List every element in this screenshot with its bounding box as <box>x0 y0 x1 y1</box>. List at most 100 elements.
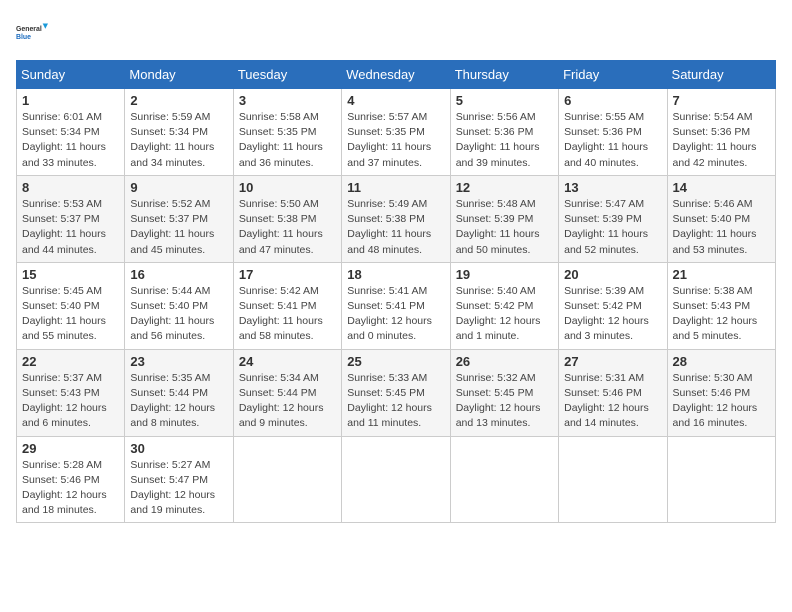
day-number: 14 <box>673 180 770 195</box>
calendar-table: SundayMondayTuesdayWednesdayThursdayFrid… <box>16 60 776 523</box>
calendar-day-cell <box>559 436 667 523</box>
calendar-day-cell: 2 Sunrise: 5:59 AMSunset: 5:34 PMDayligh… <box>125 89 233 176</box>
day-info: Sunrise: 5:54 AMSunset: 5:36 PMDaylight:… <box>673 110 770 171</box>
day-number: 30 <box>130 441 227 456</box>
calendar-header-row: SundayMondayTuesdayWednesdayThursdayFrid… <box>17 61 776 89</box>
calendar-day-cell: 9 Sunrise: 5:52 AMSunset: 5:37 PMDayligh… <box>125 175 233 262</box>
day-number: 26 <box>456 354 553 369</box>
day-number: 2 <box>130 93 227 108</box>
calendar-day-cell: 26 Sunrise: 5:32 AMSunset: 5:45 PMDaylig… <box>450 349 558 436</box>
calendar-day-cell: 7 Sunrise: 5:54 AMSunset: 5:36 PMDayligh… <box>667 89 775 176</box>
calendar-day-cell <box>450 436 558 523</box>
day-info: Sunrise: 5:32 AMSunset: 5:45 PMDaylight:… <box>456 371 553 432</box>
calendar-day-cell: 30 Sunrise: 5:27 AMSunset: 5:47 PMDaylig… <box>125 436 233 523</box>
day-info: Sunrise: 5:50 AMSunset: 5:38 PMDaylight:… <box>239 197 336 258</box>
calendar-week-row: 22 Sunrise: 5:37 AMSunset: 5:43 PMDaylig… <box>17 349 776 436</box>
day-number: 8 <box>22 180 119 195</box>
svg-text:General: General <box>16 26 42 33</box>
day-number: 24 <box>239 354 336 369</box>
day-info: Sunrise: 5:47 AMSunset: 5:39 PMDaylight:… <box>564 197 661 258</box>
day-number: 22 <box>22 354 119 369</box>
calendar-week-row: 1 Sunrise: 6:01 AMSunset: 5:34 PMDayligh… <box>17 89 776 176</box>
day-info: Sunrise: 5:53 AMSunset: 5:37 PMDaylight:… <box>22 197 119 258</box>
day-info: Sunrise: 5:59 AMSunset: 5:34 PMDaylight:… <box>130 110 227 171</box>
calendar-day-cell: 16 Sunrise: 5:44 AMSunset: 5:40 PMDaylig… <box>125 262 233 349</box>
day-info: Sunrise: 5:42 AMSunset: 5:41 PMDaylight:… <box>239 284 336 345</box>
day-number: 4 <box>347 93 444 108</box>
day-header-saturday: Saturday <box>667 61 775 89</box>
day-info: Sunrise: 5:56 AMSunset: 5:36 PMDaylight:… <box>456 110 553 171</box>
day-info: Sunrise: 5:38 AMSunset: 5:43 PMDaylight:… <box>673 284 770 345</box>
calendar-day-cell: 25 Sunrise: 5:33 AMSunset: 5:45 PMDaylig… <box>342 349 450 436</box>
calendar-day-cell <box>233 436 341 523</box>
calendar-day-cell: 4 Sunrise: 5:57 AMSunset: 5:35 PMDayligh… <box>342 89 450 176</box>
day-info: Sunrise: 5:46 AMSunset: 5:40 PMDaylight:… <box>673 197 770 258</box>
calendar-day-cell: 10 Sunrise: 5:50 AMSunset: 5:38 PMDaylig… <box>233 175 341 262</box>
calendar-day-cell: 18 Sunrise: 5:41 AMSunset: 5:41 PMDaylig… <box>342 262 450 349</box>
calendar-day-cell: 24 Sunrise: 5:34 AMSunset: 5:44 PMDaylig… <box>233 349 341 436</box>
calendar-day-cell: 3 Sunrise: 5:58 AMSunset: 5:35 PMDayligh… <box>233 89 341 176</box>
calendar-day-cell: 22 Sunrise: 5:37 AMSunset: 5:43 PMDaylig… <box>17 349 125 436</box>
calendar-day-cell: 19 Sunrise: 5:40 AMSunset: 5:42 PMDaylig… <box>450 262 558 349</box>
day-info: Sunrise: 5:28 AMSunset: 5:46 PMDaylight:… <box>22 458 119 519</box>
logo-icon: General Blue <box>16 16 48 48</box>
day-info: Sunrise: 5:55 AMSunset: 5:36 PMDaylight:… <box>564 110 661 171</box>
day-header-tuesday: Tuesday <box>233 61 341 89</box>
day-info: Sunrise: 5:37 AMSunset: 5:43 PMDaylight:… <box>22 371 119 432</box>
calendar-week-row: 15 Sunrise: 5:45 AMSunset: 5:40 PMDaylig… <box>17 262 776 349</box>
day-number: 17 <box>239 267 336 282</box>
day-info: Sunrise: 5:30 AMSunset: 5:46 PMDaylight:… <box>673 371 770 432</box>
day-info: Sunrise: 5:31 AMSunset: 5:46 PMDaylight:… <box>564 371 661 432</box>
day-number: 23 <box>130 354 227 369</box>
day-info: Sunrise: 5:52 AMSunset: 5:37 PMDaylight:… <box>130 197 227 258</box>
day-number: 7 <box>673 93 770 108</box>
day-number: 6 <box>564 93 661 108</box>
day-info: Sunrise: 5:27 AMSunset: 5:47 PMDaylight:… <box>130 458 227 519</box>
day-info: Sunrise: 5:35 AMSunset: 5:44 PMDaylight:… <box>130 371 227 432</box>
logo: General Blue <box>16 16 48 48</box>
day-info: Sunrise: 6:01 AMSunset: 5:34 PMDaylight:… <box>22 110 119 171</box>
day-info: Sunrise: 5:58 AMSunset: 5:35 PMDaylight:… <box>239 110 336 171</box>
page-header: General Blue <box>16 16 776 48</box>
day-number: 5 <box>456 93 553 108</box>
svg-text:Blue: Blue <box>16 34 31 41</box>
day-header-thursday: Thursday <box>450 61 558 89</box>
day-number: 15 <box>22 267 119 282</box>
calendar-day-cell: 11 Sunrise: 5:49 AMSunset: 5:38 PMDaylig… <box>342 175 450 262</box>
calendar-day-cell <box>667 436 775 523</box>
day-number: 28 <box>673 354 770 369</box>
day-number: 10 <box>239 180 336 195</box>
day-number: 18 <box>347 267 444 282</box>
calendar-day-cell: 12 Sunrise: 5:48 AMSunset: 5:39 PMDaylig… <box>450 175 558 262</box>
day-number: 11 <box>347 180 444 195</box>
day-info: Sunrise: 5:45 AMSunset: 5:40 PMDaylight:… <box>22 284 119 345</box>
day-number: 13 <box>564 180 661 195</box>
calendar-day-cell: 8 Sunrise: 5:53 AMSunset: 5:37 PMDayligh… <box>17 175 125 262</box>
day-number: 1 <box>22 93 119 108</box>
calendar-day-cell: 14 Sunrise: 5:46 AMSunset: 5:40 PMDaylig… <box>667 175 775 262</box>
day-info: Sunrise: 5:41 AMSunset: 5:41 PMDaylight:… <box>347 284 444 345</box>
day-number: 19 <box>456 267 553 282</box>
day-number: 12 <box>456 180 553 195</box>
calendar-day-cell: 27 Sunrise: 5:31 AMSunset: 5:46 PMDaylig… <box>559 349 667 436</box>
calendar-day-cell: 28 Sunrise: 5:30 AMSunset: 5:46 PMDaylig… <box>667 349 775 436</box>
day-header-wednesday: Wednesday <box>342 61 450 89</box>
calendar-day-cell: 6 Sunrise: 5:55 AMSunset: 5:36 PMDayligh… <box>559 89 667 176</box>
day-info: Sunrise: 5:33 AMSunset: 5:45 PMDaylight:… <box>347 371 444 432</box>
day-number: 3 <box>239 93 336 108</box>
day-number: 9 <box>130 180 227 195</box>
calendar-day-cell <box>342 436 450 523</box>
calendar-day-cell: 5 Sunrise: 5:56 AMSunset: 5:36 PMDayligh… <box>450 89 558 176</box>
calendar-day-cell: 21 Sunrise: 5:38 AMSunset: 5:43 PMDaylig… <box>667 262 775 349</box>
day-header-monday: Monday <box>125 61 233 89</box>
day-info: Sunrise: 5:49 AMSunset: 5:38 PMDaylight:… <box>347 197 444 258</box>
calendar-day-cell: 1 Sunrise: 6:01 AMSunset: 5:34 PMDayligh… <box>17 89 125 176</box>
day-info: Sunrise: 5:48 AMSunset: 5:39 PMDaylight:… <box>456 197 553 258</box>
day-number: 25 <box>347 354 444 369</box>
day-info: Sunrise: 5:39 AMSunset: 5:42 PMDaylight:… <box>564 284 661 345</box>
calendar-day-cell: 13 Sunrise: 5:47 AMSunset: 5:39 PMDaylig… <box>559 175 667 262</box>
day-info: Sunrise: 5:57 AMSunset: 5:35 PMDaylight:… <box>347 110 444 171</box>
calendar-day-cell: 23 Sunrise: 5:35 AMSunset: 5:44 PMDaylig… <box>125 349 233 436</box>
day-number: 21 <box>673 267 770 282</box>
calendar-day-cell: 29 Sunrise: 5:28 AMSunset: 5:46 PMDaylig… <box>17 436 125 523</box>
